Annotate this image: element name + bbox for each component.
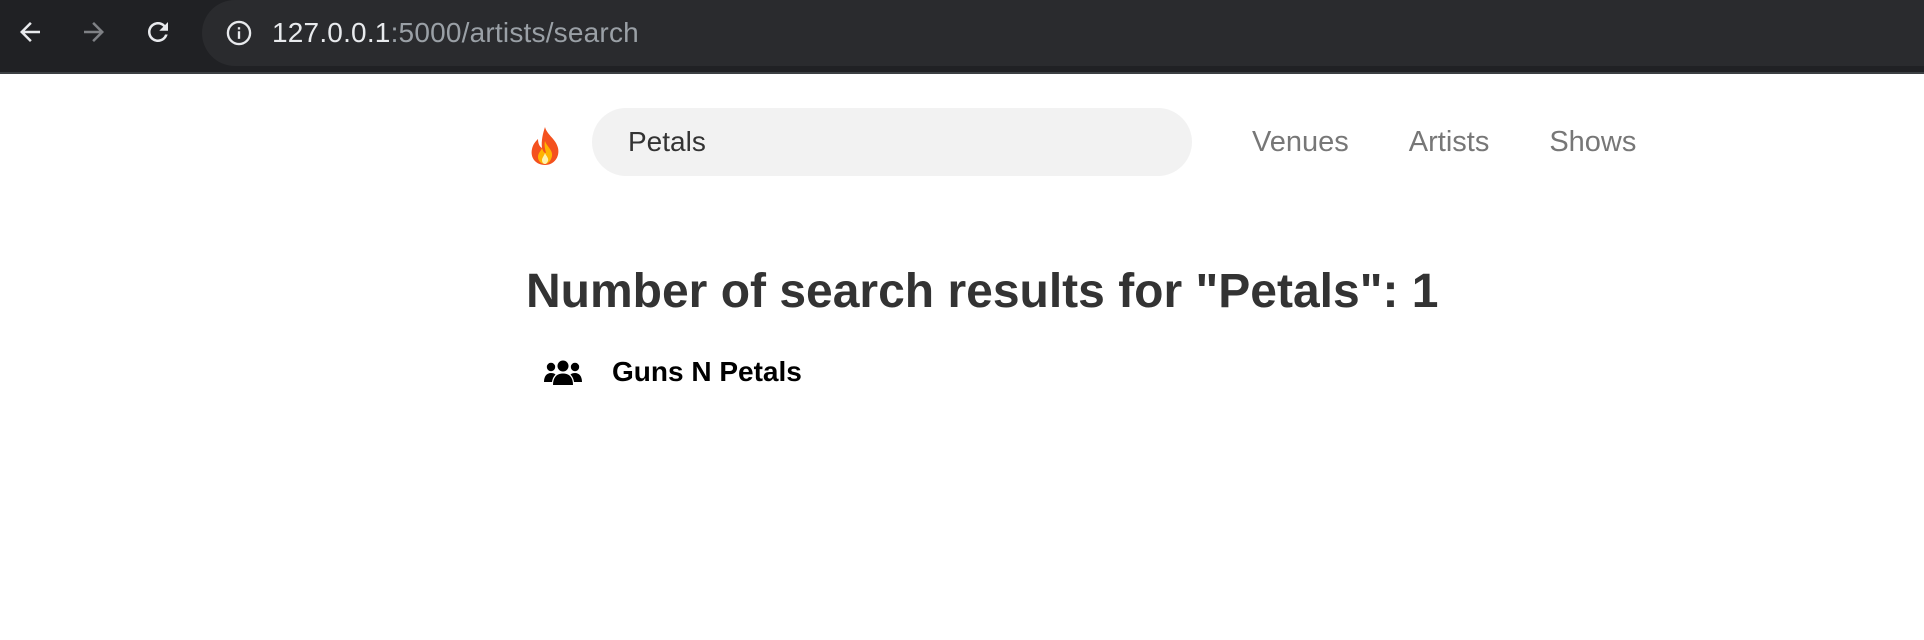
list-item[interactable]: Guns N Petals: [544, 356, 802, 388]
arrow-left-icon: [20, 22, 40, 42]
search-input[interactable]: [592, 108, 1192, 176]
arrow-right-icon: [84, 22, 104, 42]
info-icon[interactable]: [224, 18, 254, 48]
page-title: Number of search results for "Petals": 1: [526, 265, 1439, 318]
nav-venues[interactable]: Venues: [1252, 126, 1349, 159]
site-header: Venues Artists Shows: [0, 74, 1924, 214]
nav-artists[interactable]: Artists: [1409, 126, 1490, 159]
reload-icon: [148, 22, 168, 42]
url-host: 127.0.0.1: [272, 17, 391, 48]
forward-button[interactable]: [72, 10, 116, 54]
address-bar[interactable]: 127.0.0.1:5000/artists/search: [202, 0, 1924, 66]
url-path: :5000/artists/search: [390, 17, 639, 48]
fire-icon[interactable]: [528, 126, 562, 166]
main-nav: Venues Artists Shows: [1252, 126, 1636, 159]
browser-toolbar: 127.0.0.1:5000/artists/search: [0, 0, 1924, 74]
result-link[interactable]: Guns N Petals: [612, 356, 802, 388]
back-button[interactable]: [8, 10, 52, 54]
reload-button[interactable]: [136, 10, 180, 54]
users-icon: [544, 357, 582, 387]
url-text[interactable]: 127.0.0.1:5000/artists/search: [272, 17, 639, 49]
nav-shows[interactable]: Shows: [1549, 126, 1636, 159]
